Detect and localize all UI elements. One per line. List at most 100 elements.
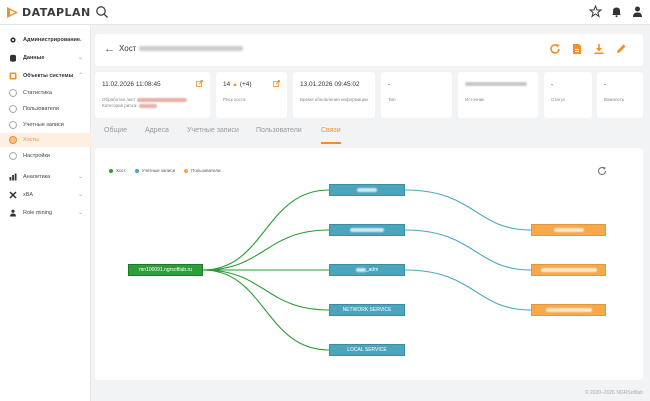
arrow-up-icon: ▲ (232, 82, 238, 88)
external-link-icon[interactable] (273, 80, 280, 87)
sidebar-item-statistics[interactable]: Статистика (0, 86, 91, 100)
sidebar-item-xba[interactable]: xBA ⌄ (0, 188, 91, 202)
risk-label: Риск хоста (223, 97, 246, 102)
role-mining-icon (9, 209, 17, 217)
edge-host-account-5 (202, 269, 330, 351)
info-card-updated: 13.01.2026 09:45:02 Время обновления инф… (293, 72, 375, 118)
graph-panel: Хост Учетные записи Пользователи mn10009… (95, 148, 643, 380)
external-link-icon[interactable] (196, 80, 203, 87)
top-bar: DATAPLAN ‹ (0, 0, 650, 25)
sidebar-item-role-mining[interactable]: Role mining ⌄ (0, 206, 91, 220)
chevron-down-icon: ⌄ (77, 55, 83, 61)
database-icon (9, 54, 17, 62)
sidebar-item-label: Пользователи (23, 106, 59, 112)
tab-general[interactable]: Общие (104, 127, 127, 134)
node-label-redacted (553, 228, 584, 232)
bell-icon[interactable] (610, 5, 623, 18)
node-label-redacted (545, 308, 592, 312)
sidebar-item-settings[interactable]: Настройки (0, 149, 91, 163)
sidebar-item-label: Объекты системы (23, 73, 74, 79)
graph-node-account[interactable]: NETWORK SERVICE (329, 304, 405, 316)
hosts-icon (9, 136, 17, 144)
node-label-redacted (540, 268, 597, 272)
processed-time: 11.02.2026 11:08:45 (102, 81, 161, 88)
edit-icon[interactable] (615, 43, 627, 55)
risk-category-label: Категория риска: (102, 103, 157, 108)
user-icon[interactable] (631, 5, 644, 18)
download-icon[interactable] (593, 43, 605, 55)
node-label: mn100091.ngrsoftlab.ru (139, 267, 192, 273)
graph-node-user[interactable] (531, 304, 606, 316)
edge-host-account-4 (202, 269, 330, 311)
status-value: - (551, 81, 554, 88)
collapse-sidebar-icon[interactable]: ‹ (84, 6, 87, 16)
sidebar-item-users[interactable]: Пользователи (0, 102, 91, 116)
edge-host-account-2 (202, 229, 330, 271)
tab-addresses[interactable]: Адреса (145, 127, 169, 134)
accounts-icon (9, 121, 17, 129)
refresh-icon[interactable] (549, 43, 561, 55)
tab-links[interactable]: Связи (321, 127, 341, 134)
edge-account-user-2 (404, 229, 532, 271)
sidebar-item-data[interactable]: Данные ⌄ (0, 51, 91, 65)
logo[interactable]: DATAPLAN (6, 5, 91, 19)
risk-value: 14 ▲ (+4) (223, 81, 252, 88)
risk-delta: (+4) (239, 81, 252, 88)
sidebar-item-label: Статистика (23, 90, 52, 96)
sidebar-item-label: Данные (23, 55, 45, 61)
node-label-redacted (357, 188, 377, 192)
sidebar-item-accounts[interactable]: Учетные записи (0, 118, 91, 132)
sidebar-item-analytics[interactable]: Аналитика ⌄ (0, 170, 91, 184)
graph-node-host[interactable]: mn100091.ngrsoftlab.ru (128, 264, 203, 276)
star-icon[interactable] (588, 4, 603, 18)
graph-node-account[interactable] (329, 184, 405, 196)
status-label: Статус (551, 97, 566, 102)
sidebar-item-label: Хосты (23, 137, 39, 143)
graph-node-account[interactable] (329, 224, 405, 236)
source-value-redacted (465, 81, 527, 88)
processed-label-text: Обработан лист (102, 97, 136, 102)
sidebar-item-label: Учетные записи (23, 122, 64, 128)
redacted-text (465, 82, 527, 87)
host-name-redacted (139, 46, 243, 51)
risk-category-text: Категория риска: (102, 103, 138, 108)
sidebar-item-label: Администрирование (23, 37, 80, 43)
info-card-type: - Тип (381, 72, 452, 118)
edge-account-user-1 (404, 189, 532, 231)
back-arrow-icon[interactable]: ← (104, 43, 115, 55)
sidebar-item-label: xBA (23, 192, 34, 198)
chevron-down-icon: ⌄ (77, 192, 83, 198)
gear-icon (9, 36, 17, 44)
redacted-text (138, 103, 157, 108)
updated-label: Время обновления информации (300, 97, 368, 102)
sidebar-item-label: Role mining (23, 210, 53, 216)
graph-node-account[interactable]: _adm (329, 264, 405, 276)
sidebar-item-label: Аналитика (23, 174, 51, 180)
xba-icon (9, 191, 17, 199)
sidebar-item-label: Настройки (23, 153, 50, 159)
sidebar-item-system-objects[interactable]: Объекты системы ⌃ (0, 69, 91, 83)
page-title: Хост (119, 44, 137, 53)
sidebar-item-hosts[interactable]: Хосты (0, 133, 91, 147)
info-card-source: Источник (458, 72, 538, 118)
sidebar-item-administration[interactable]: Администрирование ⌄ (0, 33, 91, 47)
users-icon (9, 105, 17, 113)
footer-copyright: © 2020–2026 NGRSoftlab (584, 390, 643, 396)
tab-accounts[interactable]: Учетные записи (187, 127, 239, 134)
node-label: LOCAL SERVICE (347, 347, 387, 353)
graph-node-user[interactable] (531, 264, 606, 276)
tab-users[interactable]: Пользователи (256, 127, 302, 134)
chevron-down-icon: ⌄ (77, 210, 83, 216)
info-card-importance: - Важность (597, 72, 643, 118)
source-label: Источник (465, 97, 485, 102)
graph-node-user[interactable] (531, 224, 606, 236)
graph-node-account[interactable]: LOCAL SERVICE (329, 344, 405, 356)
report-icon[interactable] (571, 43, 583, 55)
info-card-status: - Статус (544, 72, 592, 118)
importance-label: Важность (604, 97, 625, 102)
updated-time: 13.01.2026 09:45:02 (300, 81, 360, 88)
node-label-redacted (355, 268, 366, 272)
chevron-up-icon: ⌃ (77, 73, 83, 79)
search-icon[interactable] (95, 5, 109, 19)
edge-host-account-1 (202, 189, 330, 271)
